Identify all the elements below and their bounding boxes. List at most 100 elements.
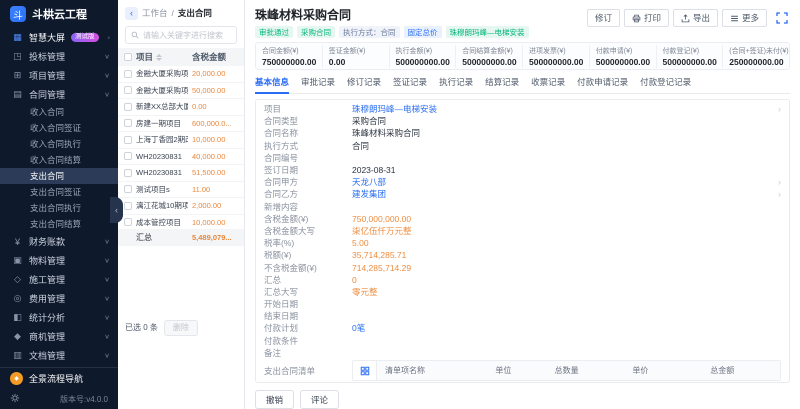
compass-icon: ◆ <box>10 372 23 385</box>
sidebar-item-expense-contract-settle[interactable]: 支出合同结算 <box>0 216 118 232</box>
project-link[interactable]: 珠穆朗玛峰—电梯安装 <box>352 103 437 115</box>
row-checkbox[interactable] <box>124 103 132 111</box>
table-row[interactable]: 房建一期项目600,000.0... <box>118 116 244 133</box>
sidebar-item-finance[interactable]: ¥ 财务账款 ∨ <box>0 232 118 251</box>
fullscreen-icon[interactable] <box>774 10 790 26</box>
amount-value: 20,000.00 <box>192 69 238 78</box>
row-checkbox[interactable] <box>124 70 132 78</box>
tab-basic-info[interactable]: 基本信息 <box>255 76 289 94</box>
search-icon <box>131 31 139 39</box>
chevron-right-icon[interactable]: › <box>778 189 781 199</box>
column-header-project[interactable]: 项目 <box>136 51 188 63</box>
sidebar-item-process-navigation[interactable]: ◆ 全景流程导航 <box>0 367 118 389</box>
delete-button[interactable]: 删除 <box>164 320 198 336</box>
table-row[interactable]: 测试项目s11.00 <box>118 182 244 199</box>
payment-plan-link[interactable]: 0笔 <box>352 322 365 334</box>
table-row[interactable]: 上海丁香园2期改造...10,000.00 <box>118 132 244 149</box>
field-label: 合同甲方 <box>264 176 352 188</box>
search-input[interactable] <box>143 31 231 40</box>
stat-value: 750000000.00 <box>262 57 316 67</box>
summary-amount: 5,489,079... <box>192 233 238 242</box>
more-button[interactable]: 更多 <box>722 9 767 27</box>
app-logo: 斗 斗栱云工程 <box>0 0 118 28</box>
table-row[interactable]: WH2023083151,500.00 <box>118 165 244 182</box>
field-label: 付款计划 <box>264 322 352 334</box>
revoke-button[interactable]: 撤销 <box>255 390 294 409</box>
sidebar-item-income-contract-settle[interactable]: 收入合同结算 <box>0 152 118 168</box>
export-button[interactable]: 导出 <box>673 9 718 27</box>
sidebar-item-income-contract-exec[interactable]: 收入合同执行 <box>0 136 118 152</box>
sidebar-item-bidding[interactable]: ◳ 投标管理 ∨ <box>0 47 118 66</box>
tab-execution-records[interactable]: 执行记录 <box>439 76 473 93</box>
field-label: 执行方式 <box>264 140 352 152</box>
table-row[interactable]: 金融大厦采购项目20,000.00 <box>118 66 244 83</box>
sidebar-item-income-contract-visa[interactable]: 收入合同签证 <box>0 120 118 136</box>
back-button[interactable]: ‹ <box>125 7 138 20</box>
sidebar-item-smart-screen[interactable]: ▦ 智慧大屏 测试版 › <box>0 28 118 47</box>
row-checkbox[interactable] <box>124 202 132 210</box>
statistics-icon: ◧ <box>12 312 23 323</box>
table-row[interactable]: WH2023083140,000.00 <box>118 149 244 166</box>
project-name: 房建一期项目 <box>136 118 188 129</box>
tab-settlement-records[interactable]: 结算记录 <box>485 76 519 93</box>
sidebar-item-label: 投标管理 <box>29 50 65 63</box>
row-checkbox[interactable] <box>124 169 132 177</box>
field-label: 合同乙方 <box>264 188 352 200</box>
sidebar-item-contract[interactable]: ▤ 合同管理 ∨ <box>0 85 118 104</box>
chevron-right-icon[interactable]: › <box>778 104 781 114</box>
revise-button[interactable]: 修订 <box>587 9 620 27</box>
row-checkbox[interactable] <box>124 152 132 160</box>
row-checkbox[interactable] <box>124 218 132 226</box>
sidebar-item-material[interactable]: ▣ 物料管理 ∨ <box>0 251 118 270</box>
document-icon: ▥ <box>12 350 23 361</box>
sidebar-item-label: 商机管理 <box>29 330 65 343</box>
sidebar-item-expense-contract-exec[interactable]: 支出合同执行 <box>0 200 118 216</box>
sort-icon[interactable] <box>156 54 162 61</box>
stat-label: 合同结算金额(¥) <box>462 46 516 56</box>
row-checkbox[interactable] <box>124 185 132 193</box>
gear-icon[interactable] <box>10 393 20 405</box>
tab-approval-records[interactable]: 审批记录 <box>301 76 335 93</box>
sidebar-item-opportunity[interactable]: ◆ 商机管理 ∨ <box>0 327 118 346</box>
sidebar-item-expense[interactable]: ◎ 费用管理 ∨ <box>0 289 118 308</box>
table-row[interactable]: 金融大厦采购项目50,000.00 <box>118 83 244 100</box>
tab-revision-records[interactable]: 修订记录 <box>347 76 381 93</box>
party-b-link[interactable]: 建发集团 <box>352 188 386 200</box>
tab-payment-register-records[interactable]: 付款登记记录 <box>640 76 691 93</box>
table-row[interactable]: 新建XX总部大厦工...0.00 <box>118 99 244 116</box>
breadcrumb-current: 支出合同 <box>178 7 212 19</box>
table-row[interactable]: 漓江花城10期项目-...2,000.00 <box>118 198 244 215</box>
tab-visa-records[interactable]: 签证记录 <box>393 76 427 93</box>
chevron-right-icon[interactable]: › <box>778 177 781 187</box>
row-checkbox[interactable] <box>124 136 132 144</box>
field-label: 税额(¥) <box>264 249 352 261</box>
sidebar-collapse-handle[interactable]: ‹ <box>110 197 123 223</box>
sidebar-item-project[interactable]: ⊞ 项目管理 ∨ <box>0 66 118 85</box>
sidebar-item-statistics[interactable]: ◧ 统计分析 ∨ <box>0 308 118 327</box>
tab-payment-request-records[interactable]: 付款申请记录 <box>577 76 628 93</box>
grid-icon[interactable] <box>353 361 377 380</box>
sidebar-item-construction[interactable]: ◇ 施工管理 ∨ <box>0 270 118 289</box>
comment-button[interactable]: 评论 <box>300 390 339 409</box>
print-button[interactable]: 打印 <box>624 9 669 27</box>
select-all-checkbox[interactable] <box>124 53 132 61</box>
sidebar-item-expense-contract-visa[interactable]: 支出合同签证 <box>0 184 118 200</box>
status-badge: 审批通过 <box>255 26 293 38</box>
field-row: 开始日期 <box>264 298 781 310</box>
tab-invoice-records[interactable]: 收票记录 <box>531 76 565 93</box>
amount-value: 51,500.00 <box>192 168 238 177</box>
sidebar-item-expense-contract[interactable]: 支出合同 <box>0 168 118 184</box>
sidebar-item-label: 财务账款 <box>29 235 65 248</box>
row-checkbox[interactable] <box>124 86 132 94</box>
breadcrumb-parent[interactable]: 工作台 <box>142 7 168 19</box>
sidebar-item-income-contract[interactable]: 收入合同 <box>0 104 118 120</box>
stat-unpaid: (合同+签证)未付(¥)250000000.00 <box>722 45 789 68</box>
tag-list: 审批通过 采购合同 执行方式：合同 固定总价 珠穆朗玛峰—电梯安装 <box>255 26 529 38</box>
field-row: 合同类型采购合同 <box>264 115 781 127</box>
sidebar-item-document[interactable]: ▥ 文档管理 ∨ <box>0 346 118 365</box>
row-checkbox[interactable] <box>124 119 132 127</box>
material-icon: ▣ <box>12 255 23 266</box>
party-a-link[interactable]: 天龙八部 <box>352 176 386 188</box>
field-row: 新增内容 <box>264 201 781 213</box>
table-row[interactable]: 成本管控项目10,000.00 <box>118 215 244 230</box>
